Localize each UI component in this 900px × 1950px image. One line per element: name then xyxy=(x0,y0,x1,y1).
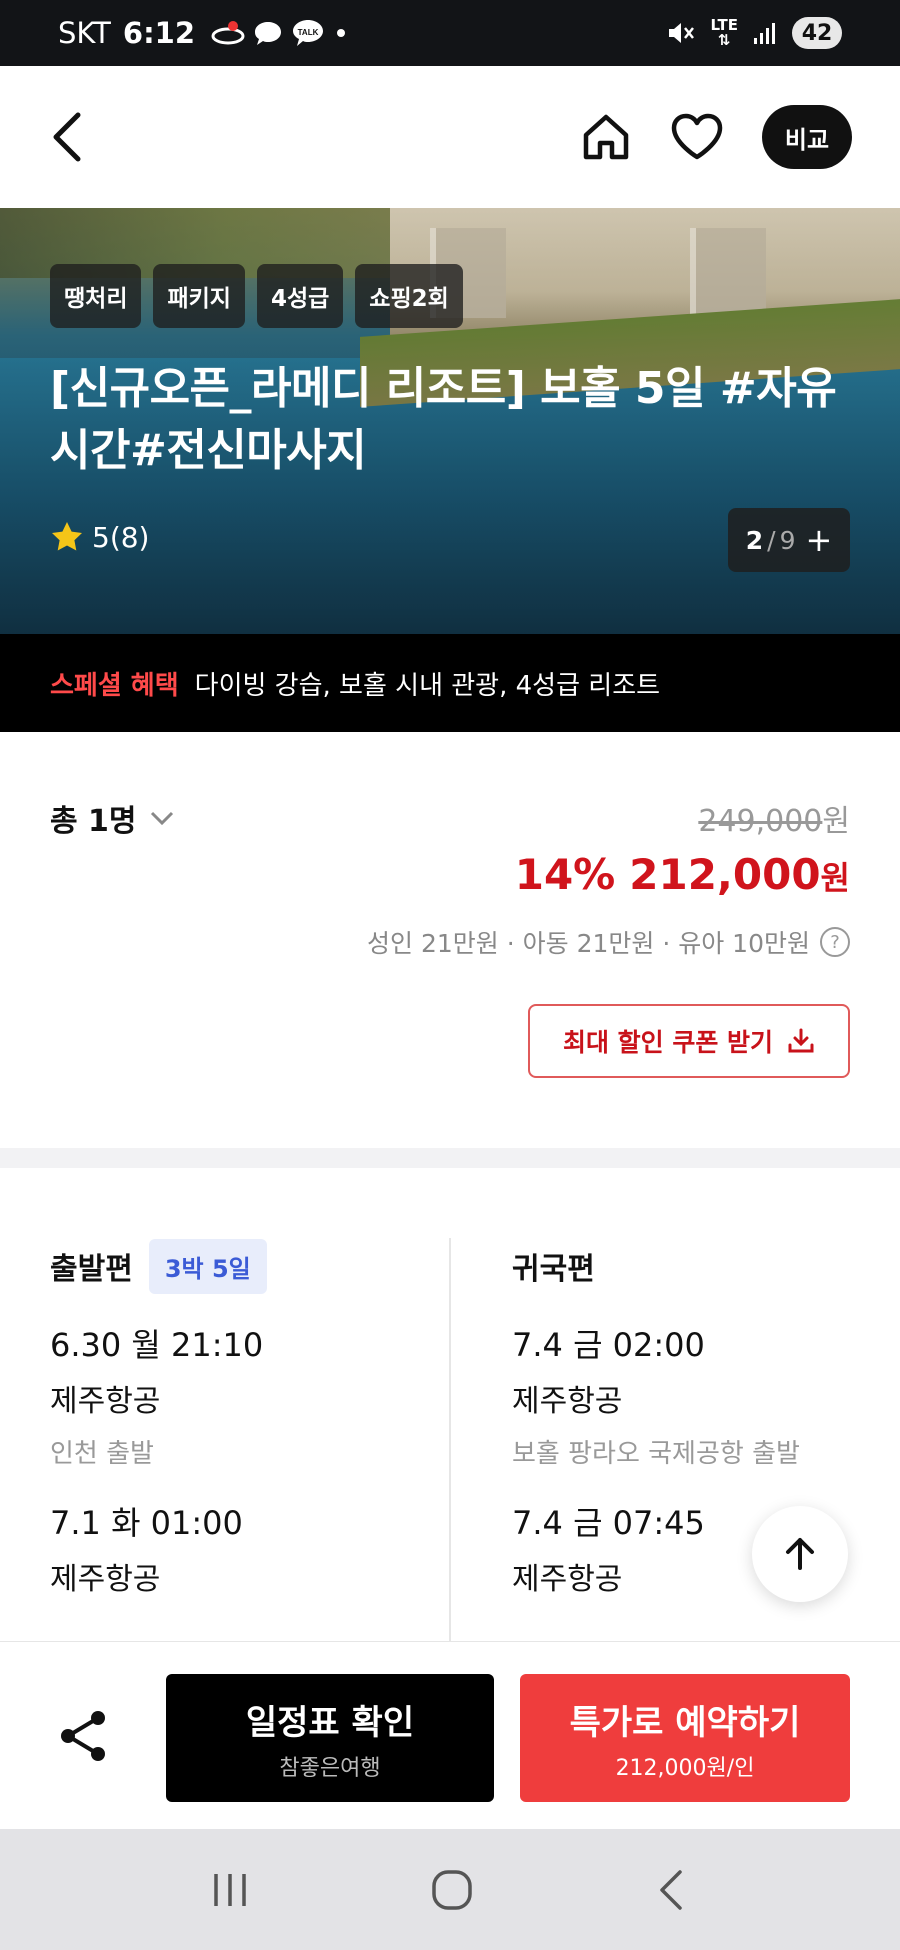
nav-actions: 비교 xyxy=(580,105,852,169)
traveler-count-label: 총 1명 xyxy=(50,804,137,839)
chat-bubble-icon xyxy=(255,22,282,45)
product-title: [신규오픈_라메디 리조트] 보홀 5일 #자유시간#전신마사지 xyxy=(50,363,837,476)
tag: 패키지 xyxy=(153,264,245,328)
product-tags: 땡처리 패키지 4성급 쇼핑2회 xyxy=(50,264,463,328)
sale-price-value: 212,000 xyxy=(629,850,821,899)
price-breakdown-text: 성인 21만원 · 아동 21만원 · 유아 10만원 xyxy=(367,929,810,958)
photo-counter[interactable]: 2 / 9 + xyxy=(728,508,850,572)
app-notification-icon xyxy=(211,21,245,45)
help-icon[interactable]: ? xyxy=(820,927,850,957)
section-divider xyxy=(0,1148,900,1168)
tag: 4성급 xyxy=(256,264,344,328)
benefit-label: 스페셜 혜택 xyxy=(50,670,179,701)
book-button-sub: 212,000원/인 xyxy=(615,1755,755,1781)
original-price-value: 249,000 xyxy=(698,804,823,839)
scroll-to-top-button[interactable] xyxy=(752,1506,848,1602)
leg-location: 인천 출발 xyxy=(50,1439,154,1469)
discount-percent: 14% xyxy=(514,850,616,899)
home-button-icon[interactable] xyxy=(428,1866,476,1914)
status-bar: SKT 6:12 TALK LTE ⇅ 42 xyxy=(0,0,900,66)
home-icon[interactable] xyxy=(580,111,632,163)
coupon-download-button[interactable]: 최대 할인 쿠폰 받기 xyxy=(528,1004,850,1078)
page: SKT 6:12 TALK LTE ⇅ 42 비교 땡처리 패키지 4성급 쇼핑… xyxy=(0,0,900,1950)
share-icon xyxy=(61,1711,105,1761)
share-button[interactable] xyxy=(56,1708,112,1764)
arrow-up-icon xyxy=(786,1538,814,1570)
leg-airline: 제주항공 xyxy=(50,1384,161,1419)
photo-separator: / xyxy=(767,525,776,555)
leg-time: 6.30 월 21:10 xyxy=(50,1326,264,1364)
battery-indicator: 42 xyxy=(792,17,842,49)
tag: 쇼핑2회 xyxy=(355,264,463,328)
photo-current: 2 xyxy=(745,525,764,555)
sale-price-unit: 원 xyxy=(820,859,850,897)
return-title: 귀국편 xyxy=(512,1252,595,1287)
hero-image[interactable]: 땡처리 패키지 4성급 쇼핑2회 [신규오픈_라메디 리조트] 보홀 5일 #자… xyxy=(0,208,900,634)
status-right: LTE ⇅ 42 xyxy=(666,17,842,49)
sale-price: 14% 212,000원 xyxy=(515,850,850,899)
mute-icon xyxy=(669,23,695,43)
book-button[interactable]: 특가로 예약하기 212,000원/인 xyxy=(520,1674,850,1802)
network-label: LTE xyxy=(710,16,738,34)
price-breakdown: 성인 21만원 · 아동 21만원 · 유아 10만원 ? xyxy=(367,924,850,960)
special-benefit-bar: 스페셜 혜택 다이빙 강습, 보홀 시내 관광, 4성급 리조트 xyxy=(0,634,900,732)
leg-time: 7.4 금 02:00 xyxy=(512,1326,705,1364)
back-arrow-icon[interactable] xyxy=(48,109,88,165)
original-price-unit: 원 xyxy=(822,804,850,839)
plus-icon: + xyxy=(805,521,833,559)
coupon-button-label: 최대 할인 쿠폰 받기 xyxy=(562,1028,774,1057)
signal-icon xyxy=(754,23,775,44)
compare-button[interactable]: 비교 xyxy=(762,105,852,169)
return-header: 귀국편 xyxy=(512,1240,872,1292)
system-back-icon[interactable] xyxy=(652,1866,692,1914)
chevron-down-icon xyxy=(150,811,173,826)
flight-leg: 6.30 월 21:10 제주항공 인천 출발 xyxy=(50,1322,450,1474)
bottom-action-bar: 일정표 확인 참좋은여행 특가로 예약하기 212,000원/인 xyxy=(0,1641,900,1829)
leg-airline: 제주항공 xyxy=(50,1562,161,1597)
heart-icon[interactable] xyxy=(670,112,724,162)
benefit-text: 다이빙 강습, 보홀 시내 관광, 4성급 리조트 xyxy=(194,670,661,701)
rating[interactable]: 5(8) xyxy=(50,520,149,554)
book-button-label: 특가로 예약하기 xyxy=(569,1702,801,1743)
departure-title: 출발편 xyxy=(50,1252,133,1287)
status-time: 6:12 xyxy=(122,16,196,50)
carrier-label: SKT xyxy=(58,16,111,50)
rating-value: 5(8) xyxy=(92,520,150,554)
leg-location: 보홀 팡라오 국제공항 출발 xyxy=(512,1439,800,1469)
kakaotalk-icon: TALK xyxy=(293,20,324,46)
svg-text:TALK: TALK xyxy=(298,28,319,37)
price-section: 총 1명 249,000원 14% 212,000원 성인 21만원 · 아동 … xyxy=(0,732,900,1148)
schedule-button-sub: 참좋은여행 xyxy=(279,1755,381,1781)
flight-leg: 7.4 금 02:00 제주항공 보홀 팡라오 국제공항 출발 xyxy=(512,1322,872,1474)
photo-total: 9 xyxy=(779,525,796,555)
sale-price-group: 212,000원 xyxy=(629,850,850,899)
traveler-count-selector[interactable]: 총 1명 xyxy=(50,796,175,840)
more-notifications-dot-icon xyxy=(337,29,346,37)
download-icon xyxy=(788,1028,814,1053)
flight-leg: 7.1 화 01:00 제주항공 xyxy=(50,1500,450,1602)
tag: 땡처리 xyxy=(50,264,142,328)
recent-apps-icon[interactable] xyxy=(208,1868,252,1912)
star-icon xyxy=(52,522,82,551)
original-price: 249,000원 xyxy=(698,796,850,840)
schedule-button[interactable]: 일정표 확인 참좋은여행 xyxy=(166,1674,494,1802)
lte-indicator: LTE ⇅ xyxy=(710,16,738,49)
departure-header: 출발편 3박 5일 xyxy=(50,1238,450,1294)
schedule-button-label: 일정표 확인 xyxy=(245,1702,415,1743)
system-navigation-bar xyxy=(0,1829,900,1950)
top-nav: 비교 xyxy=(0,66,900,208)
departure-flight: 출발편 3박 5일 6.30 월 21:10 제주항공 인천 출발 7.1 화 … xyxy=(50,1238,450,1602)
leg-airline: 제주항공 xyxy=(512,1384,623,1419)
notification-icons: TALK xyxy=(211,18,349,48)
leg-time: 7.1 화 01:00 xyxy=(50,1504,243,1542)
duration-badge: 3박 5일 xyxy=(148,1238,267,1294)
